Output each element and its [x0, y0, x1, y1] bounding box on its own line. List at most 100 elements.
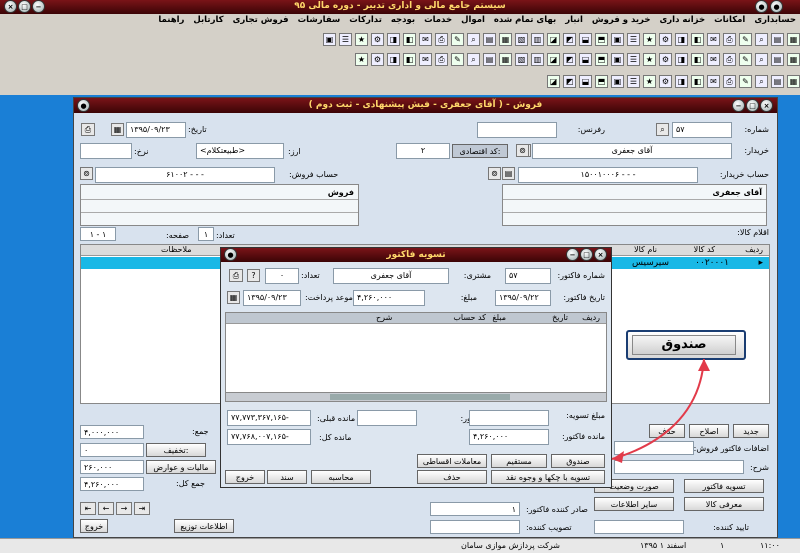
- toolbar-icon[interactable]: ✉: [419, 53, 432, 66]
- toolbar-icon[interactable]: ▥: [531, 33, 544, 46]
- menu-item[interactable]: انبار: [565, 15, 583, 29]
- dialog-count-field[interactable]: ۰: [265, 268, 299, 284]
- toolbar-icon[interactable]: ▤: [771, 33, 784, 46]
- distribution-info-button[interactable]: اطلاعات توزیع: [174, 519, 234, 533]
- toolbar-icon[interactable]: ▣: [611, 33, 624, 46]
- toolbar-icon[interactable]: ▣: [611, 75, 624, 88]
- toolbar-icon[interactable]: ▦: [787, 53, 800, 66]
- menu-item[interactable]: سفارشات: [298, 15, 341, 29]
- menu-item[interactable]: بودجه: [391, 15, 415, 29]
- toolbar-icon[interactable]: ◧: [403, 33, 416, 46]
- prev-balance-field[interactable]: ۷۷,۷۷۳,۳۶۷,۱۶۵-: [227, 410, 311, 426]
- toolbar-icon[interactable]: ✉: [707, 75, 720, 88]
- toolbar-icon[interactable]: ★: [643, 33, 656, 46]
- prev-icon[interactable]: ←: [98, 502, 114, 515]
- prev-field-2[interactable]: [357, 410, 417, 426]
- toolbar-icon[interactable]: ▦: [787, 33, 800, 46]
- sum-field[interactable]: ۴,۰۰۰,۰۰۰: [80, 425, 144, 439]
- calc-button[interactable]: محاسبه: [311, 470, 371, 484]
- dialog-delete-button[interactable]: حذف: [417, 470, 487, 484]
- toolbar-icon[interactable]: ◧: [403, 53, 416, 66]
- tax-field[interactable]: ۲۶۰,۰۰۰: [80, 460, 144, 474]
- calendar-icon[interactable]: ▦: [111, 123, 124, 136]
- number-field[interactable]: ۵۷: [672, 122, 732, 138]
- invoice-remain-field[interactable]: ۴,۲۶۰,۰۰۰: [469, 429, 549, 445]
- toolbar-icon[interactable]: ⚙: [371, 53, 384, 66]
- toolbar-icon[interactable]: ⬓: [579, 33, 592, 46]
- doc-button[interactable]: سند: [267, 470, 307, 484]
- toolbar-icon[interactable]: ★: [355, 53, 368, 66]
- toolbar-icon[interactable]: ◩: [563, 33, 576, 46]
- menu-item[interactable]: خدمات: [424, 15, 452, 29]
- toolbar-icon[interactable]: ▦: [787, 75, 800, 88]
- toolbar-icon[interactable]: ⎙: [435, 53, 448, 66]
- binoculars-icon[interactable]: ⊚: [516, 144, 529, 157]
- cheque-settle-button[interactable]: تسویه با چکها و وجوه نقد: [491, 470, 605, 484]
- next-icon[interactable]: →: [116, 502, 132, 515]
- approver-field[interactable]: [430, 520, 520, 534]
- toolbar-icon[interactable]: ☰: [339, 33, 352, 46]
- menu-item[interactable]: بهای تمام شده: [494, 15, 556, 29]
- toolbar-icon[interactable]: ◨: [675, 53, 688, 66]
- toolbar-icon[interactable]: ⎙: [723, 33, 736, 46]
- toolbar-icon[interactable]: ✉: [707, 33, 720, 46]
- print-icon[interactable]: ⎙: [81, 123, 95, 136]
- amount-field[interactable]: ۴,۲۶۰,۰۰۰: [353, 290, 425, 306]
- minimize-icon[interactable]: −: [566, 248, 579, 261]
- toolbar-icon[interactable]: ✎: [451, 33, 464, 46]
- customer-field[interactable]: آقای جعفری: [333, 268, 449, 284]
- toolbar-icon[interactable]: ▣: [611, 53, 624, 66]
- menu-item[interactable]: راهنما: [158, 15, 184, 29]
- ref-field[interactable]: [477, 122, 557, 138]
- binoculars-icon[interactable]: ⊚: [80, 167, 93, 180]
- toolbar-icon[interactable]: ◩: [563, 75, 576, 88]
- toolbar-icon[interactable]: ⬒: [595, 53, 608, 66]
- toolbar-icon[interactable]: ◧: [691, 75, 704, 88]
- toolbar-icon[interactable]: ⬒: [595, 75, 608, 88]
- toolbar-icon[interactable]: ★: [355, 33, 368, 46]
- new-button[interactable]: جدید: [733, 424, 769, 438]
- exit-button[interactable]: خروج: [80, 519, 108, 533]
- toolbar-icon[interactable]: ✎: [739, 53, 752, 66]
- toolbar-icon[interactable]: ☰: [627, 75, 640, 88]
- toolbar-icon[interactable]: ⚙: [659, 33, 672, 46]
- last-icon[interactable]: ⇥: [134, 502, 150, 515]
- toolbar-icon[interactable]: ⬒: [595, 33, 608, 46]
- scrollbar[interactable]: [226, 392, 606, 401]
- invoice-number-field[interactable]: ۵۷: [505, 268, 551, 284]
- doc-icon[interactable]: ▤: [502, 167, 515, 180]
- sales-account-field[interactable]: ۶۱۰۰۲ - - -: [95, 167, 275, 183]
- buyer-field[interactable]: آقای جعفری: [532, 143, 732, 159]
- cash-button[interactable]: صندوق: [551, 454, 605, 468]
- toolbar-icon[interactable]: ☰: [627, 53, 640, 66]
- toolbar-icon[interactable]: ⚙: [371, 33, 384, 46]
- toolbar-icon[interactable]: ✉: [707, 53, 720, 66]
- toolbar-icon[interactable]: ▦: [499, 33, 512, 46]
- installment-button[interactable]: معاملات اقساطی: [417, 454, 487, 468]
- print-icon[interactable]: ⎙: [229, 269, 243, 282]
- close-icon[interactable]: ×: [4, 0, 17, 13]
- due-field[interactable]: ۱۳۹۵/۰۹/۲۳: [243, 290, 301, 306]
- discount-field[interactable]: ۰: [80, 443, 144, 457]
- count-field[interactable]: ۱: [198, 227, 214, 241]
- total-balance-field[interactable]: ۷۷,۷۶۸,۰۰۷,۱۶۵-: [227, 429, 311, 445]
- toolbar-icon[interactable]: ☰: [627, 33, 640, 46]
- issuer-field[interactable]: ۱: [430, 502, 520, 516]
- date-field[interactable]: ۱۳۹۵/۰۹/۲۳: [126, 122, 186, 138]
- toolbar-icon[interactable]: ✎: [739, 75, 752, 88]
- toolbar-icon[interactable]: ◩: [563, 53, 576, 66]
- product-intro-button[interactable]: معرفی کالا: [684, 497, 764, 511]
- toolbar-icon[interactable]: ▤: [771, 53, 784, 66]
- direct-button[interactable]: مستقیم: [491, 454, 547, 468]
- menu-item[interactable]: کارتابل: [193, 15, 223, 29]
- invoice-date-field[interactable]: ۱۳۹۵/۰۹/۲۲: [495, 290, 551, 306]
- toolbar-icon[interactable]: ▥: [531, 53, 544, 66]
- toolbar-icon[interactable]: ▧: [515, 33, 528, 46]
- toolbar-icon[interactable]: ◪: [547, 53, 560, 66]
- toolbar-icon[interactable]: ▧: [515, 53, 528, 66]
- toolbar-icon[interactable]: ▦: [499, 53, 512, 66]
- other-info-button[interactable]: سایر اطلاعات: [594, 497, 674, 511]
- scrollbar-thumb[interactable]: [330, 394, 510, 400]
- toolbar-icon[interactable]: ✉: [419, 33, 432, 46]
- toolbar-icon[interactable]: ★: [643, 75, 656, 88]
